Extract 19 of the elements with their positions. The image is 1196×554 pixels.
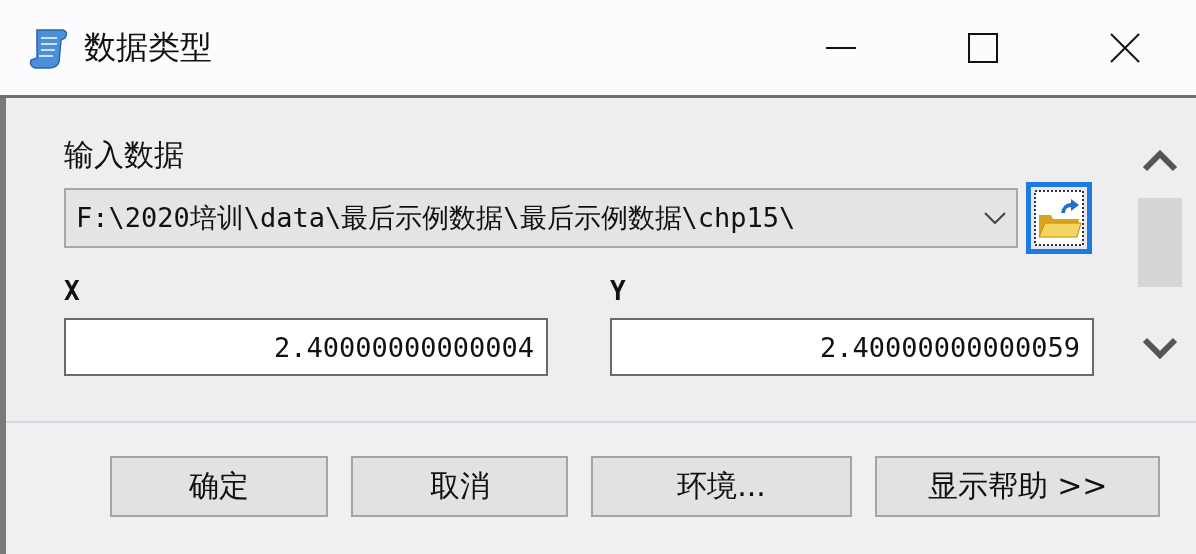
field-label: Y	[610, 276, 627, 306]
browse-button[interactable]	[1026, 182, 1092, 254]
close-icon	[1110, 32, 1140, 63]
caret-icon	[984, 212, 1006, 224]
folder-icon	[1033, 189, 1085, 247]
field-label: X	[64, 276, 81, 306]
scroll-down-icon[interactable]	[1142, 337, 1178, 359]
field-label: 输入数据	[64, 136, 185, 174]
dialog-button[interactable]: 环境...	[591, 456, 852, 517]
scrollbar-thumb[interactable]	[1138, 198, 1182, 287]
input-field[interactable]: 2.40000000000004	[64, 318, 548, 376]
dialog-button[interactable]: 取消	[351, 456, 568, 517]
scroll-up-icon[interactable]	[1142, 150, 1178, 172]
input-data-dropdown[interactable]: F:\2020培训\data\最后示例数据\最后示例数据\chp15\	[64, 188, 1018, 248]
input-field[interactable]: 2.40000000000059	[610, 318, 1094, 376]
maximize-icon	[968, 32, 998, 63]
window-title: 数据类型	[84, 26, 212, 68]
dialog-button[interactable]: 确定	[110, 456, 328, 517]
dialog-button[interactable]: 显示帮助 >>	[875, 456, 1160, 517]
